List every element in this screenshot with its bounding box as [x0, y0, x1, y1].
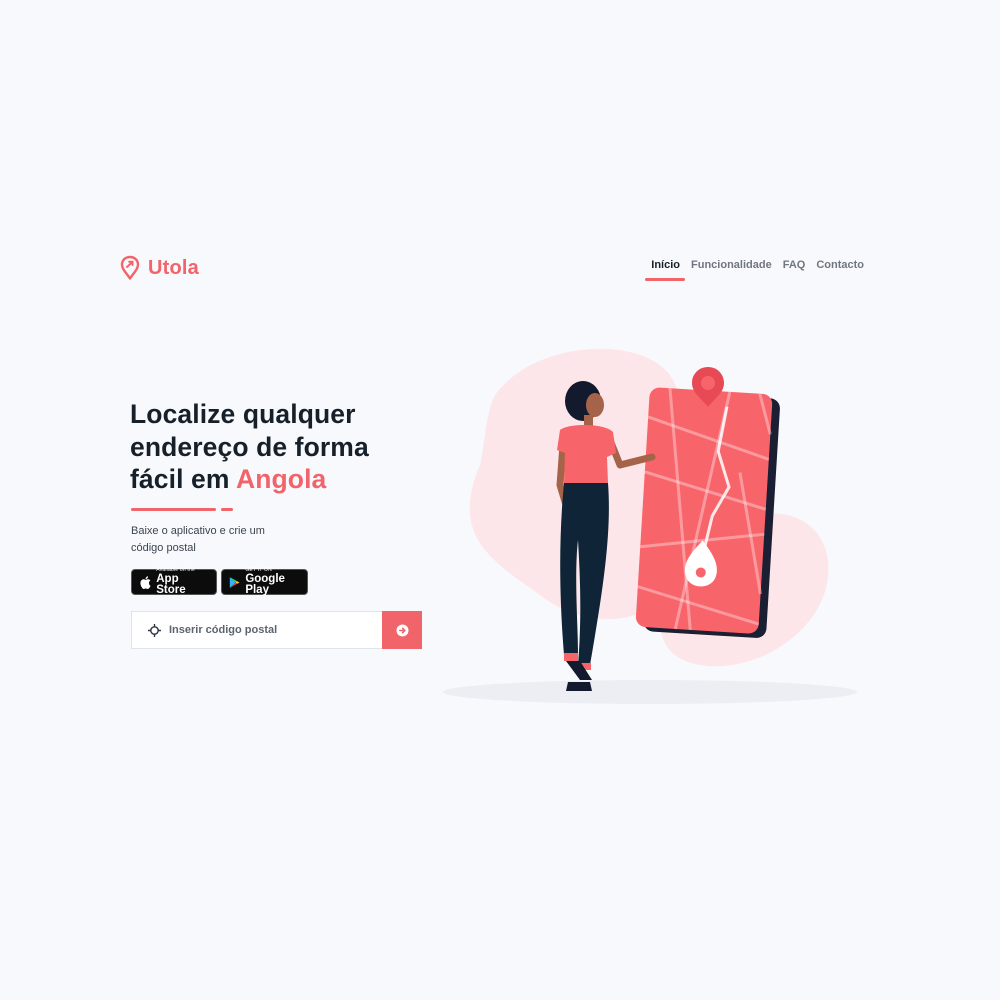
underline-short [221, 508, 233, 511]
google-play-small-text: GET IT ON [245, 566, 272, 573]
hero-title: Localize qualquer endereço de forma fáci… [130, 398, 420, 496]
apple-icon [140, 575, 151, 589]
nav-item-funcionalidade[interactable]: Funcionalidade [691, 258, 772, 271]
hero-subtitle: Baixe o aplicativo e crie um código post… [131, 525, 265, 554]
app-store-button[interactable]: Available on the App Store [131, 566, 217, 596]
nav-item-faq[interactable]: FAQ [783, 258, 806, 271]
app-store-text: App Store [156, 572, 186, 596]
main-nav: Início Funcionalidade FAQ Contacto [645, 258, 864, 281]
hero-illustration [443, 348, 857, 704]
app-store-small-text: Available on the [156, 566, 195, 573]
arrow-right-icon [396, 624, 408, 636]
underline-long [131, 508, 216, 511]
google-play-button[interactable]: GET IT ON Google Play [221, 566, 308, 596]
search-field [131, 611, 382, 649]
hero-title-accent: Angola [235, 464, 327, 494]
logo-text: Utola [148, 256, 199, 279]
store-badges: Available on the App Store GET IT ON Goo… [131, 566, 308, 596]
phone-map [635, 387, 780, 638]
google-play-text: Google Play [245, 572, 285, 596]
google-play-icon [229, 576, 240, 588]
crosshair-icon [148, 623, 161, 637]
search-submit-button[interactable] [382, 611, 422, 649]
map-pin-icon [120, 255, 140, 280]
postal-code-input[interactable] [169, 624, 359, 636]
logo[interactable]: Utola [120, 255, 199, 281]
postal-code-search [131, 611, 422, 649]
nav-item-contacto[interactable]: Contacto [816, 258, 864, 271]
nav-item-inicio[interactable]: Início [645, 258, 685, 281]
title-underline [131, 508, 233, 511]
ground-shadow [443, 680, 857, 704]
